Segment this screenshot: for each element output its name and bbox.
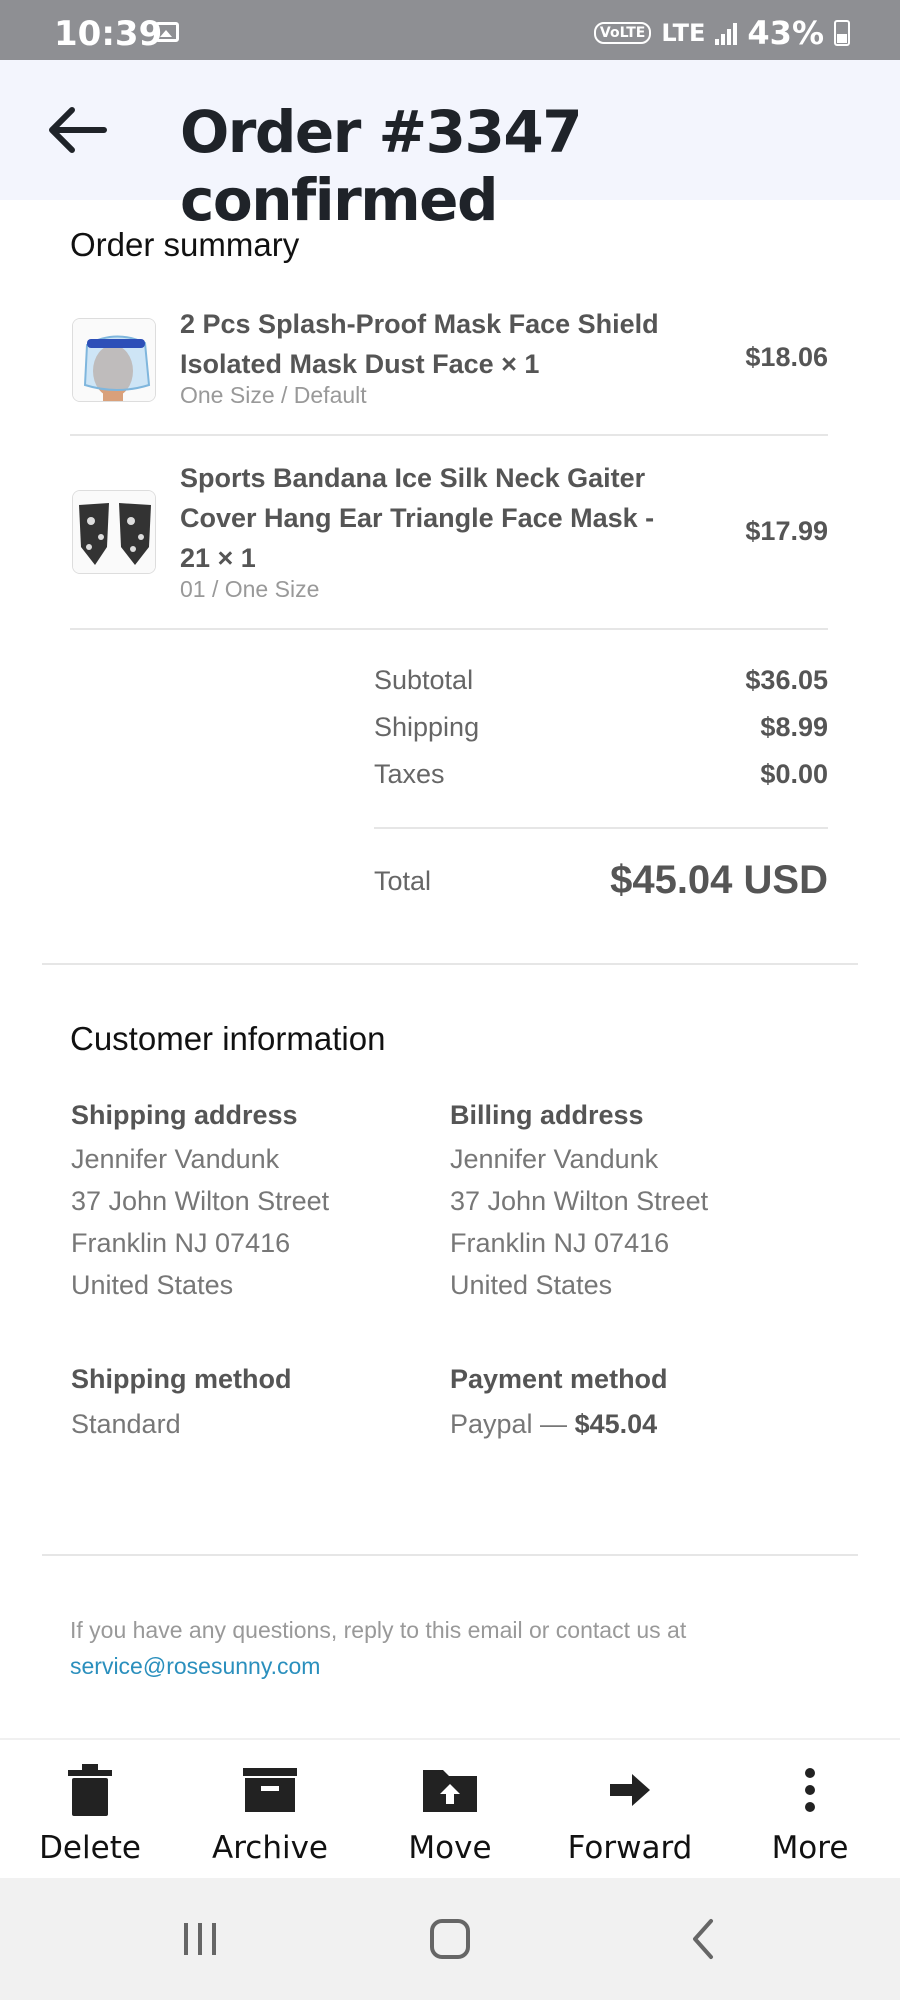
shipping-country: United States bbox=[71, 1270, 234, 1300]
item-name: Sports Bandana Ice Silk Neck Gaiter Cove… bbox=[180, 463, 655, 573]
page-title: Order #3347 confirmed bbox=[180, 98, 583, 234]
shipping-city: Franklin NJ 07416 bbox=[71, 1228, 291, 1258]
more-button[interactable]: More bbox=[730, 1760, 890, 1866]
shipping-method-label: Shipping method bbox=[71, 1364, 292, 1394]
archive-button[interactable]: Archive bbox=[190, 1760, 350, 1866]
shipping-address-label: Shipping address bbox=[71, 1100, 298, 1130]
total-label: Total bbox=[374, 866, 432, 896]
gallery-notification-icon bbox=[155, 22, 179, 42]
billing-city: Franklin NJ 07416 bbox=[450, 1228, 670, 1258]
shipping-value: $8.99 bbox=[760, 712, 828, 742]
section-divider bbox=[42, 1554, 858, 1556]
subtotal-value: $36.05 bbox=[745, 665, 828, 695]
home-icon[interactable] bbox=[420, 1914, 480, 1964]
status-time: 10:39 bbox=[54, 14, 163, 54]
forward-arrow-icon bbox=[550, 1760, 710, 1820]
order-item[interactable]: 2 Pcs Splash-Proof Mask Face Shield Isol… bbox=[70, 304, 828, 414]
item-price: $17.99 bbox=[745, 516, 828, 546]
item-price: $18.06 bbox=[745, 342, 828, 372]
more-vertical-icon bbox=[730, 1760, 890, 1820]
forward-label: Forward bbox=[567, 1830, 693, 1866]
battery-percent: 43% bbox=[747, 14, 824, 52]
billing-street: 37 John Wilton Street bbox=[450, 1186, 709, 1216]
system-nav-bar bbox=[0, 1878, 900, 2000]
move-label: Move bbox=[408, 1830, 492, 1866]
footer-note: If you have any questions, reply to this… bbox=[70, 1612, 850, 1684]
forward-button[interactable]: Forward bbox=[550, 1760, 710, 1866]
bandana-mask-image bbox=[72, 490, 156, 574]
back-arrow-icon[interactable] bbox=[44, 100, 110, 160]
shipping-label: Shipping bbox=[374, 712, 480, 742]
more-label: More bbox=[771, 1830, 849, 1866]
section-divider bbox=[42, 963, 858, 965]
divider bbox=[374, 827, 828, 829]
item-name: 2 Pcs Splash-Proof Mask Face Shield Isol… bbox=[180, 309, 659, 379]
recents-icon[interactable] bbox=[170, 1914, 230, 1964]
item-variant: 01 / One Size bbox=[180, 576, 320, 602]
back-icon[interactable] bbox=[672, 1914, 732, 1964]
delete-button[interactable]: Delete bbox=[10, 1760, 170, 1866]
shipping-method-value: Standard bbox=[71, 1409, 181, 1439]
app-header: Order #3347 confirmed bbox=[0, 60, 900, 234]
archive-label: Archive bbox=[212, 1830, 328, 1866]
payment-method-label: Payment method bbox=[450, 1364, 668, 1394]
payment-method-line: Paypal — $45.04 bbox=[450, 1409, 657, 1440]
battery-icon bbox=[834, 20, 850, 46]
billing-country: United States bbox=[450, 1270, 613, 1300]
order-summary-title: Order summary bbox=[70, 226, 300, 263]
payment-amount: $45.04 bbox=[574, 1409, 658, 1439]
email-action-bar: Delete Archive Move Forward More bbox=[0, 1738, 900, 1878]
status-indicators: VoLTE LTE 43% bbox=[593, 14, 850, 52]
divider bbox=[70, 628, 828, 630]
taxes-label: Taxes bbox=[374, 759, 445, 789]
shipping-street: 37 John Wilton Street bbox=[71, 1186, 330, 1216]
billing-address-label: Billing address bbox=[450, 1100, 644, 1130]
footer-text: If you have any questions, reply to this… bbox=[70, 1617, 687, 1643]
delete-label: Delete bbox=[39, 1830, 141, 1866]
face-shield-image bbox=[72, 318, 156, 402]
network-type: LTE bbox=[661, 19, 706, 47]
volte-icon: VoLTE bbox=[593, 22, 652, 44]
signal-icon bbox=[715, 21, 738, 45]
billing-name: Jennifer Vandunk bbox=[450, 1144, 659, 1174]
archive-icon bbox=[190, 1760, 350, 1820]
item-variant: One Size / Default bbox=[180, 382, 367, 408]
divider bbox=[70, 434, 828, 436]
subtotal-label: Subtotal bbox=[374, 665, 474, 695]
status-bar: 10:39 VoLTE LTE 43% bbox=[0, 0, 900, 60]
shipping-name: Jennifer Vandunk bbox=[71, 1144, 280, 1174]
move-button[interactable]: Move bbox=[370, 1760, 530, 1866]
move-folder-icon bbox=[370, 1760, 530, 1820]
support-email-link[interactable]: service@rosesunny.com bbox=[70, 1653, 320, 1679]
trash-icon bbox=[10, 1760, 170, 1820]
payment-method-value: Paypal — bbox=[450, 1409, 568, 1439]
customer-info-title: Customer information bbox=[70, 1020, 386, 1057]
total-value: $45.04 USD bbox=[610, 858, 828, 902]
taxes-value: $0.00 bbox=[760, 759, 828, 789]
order-item[interactable]: Sports Bandana Ice Silk Neck Gaiter Cove… bbox=[70, 458, 828, 608]
